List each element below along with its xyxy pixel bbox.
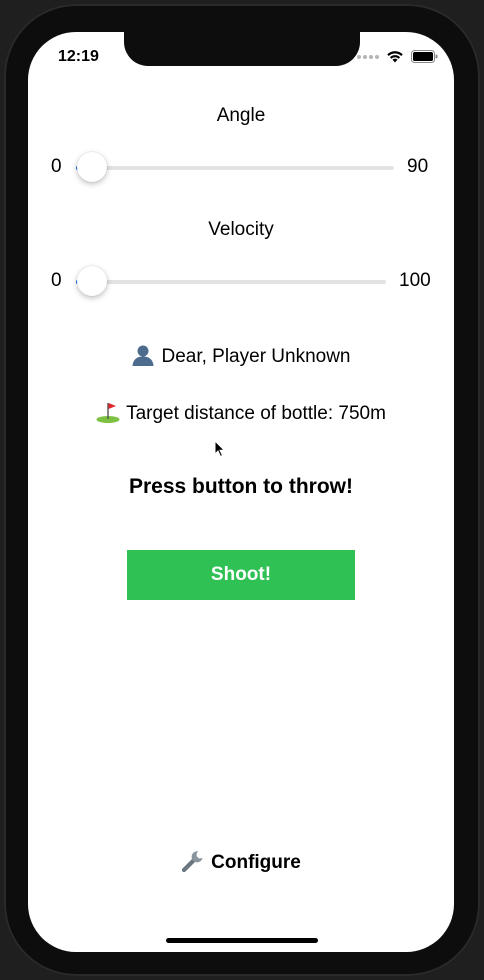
velocity-label: Velocity (208, 219, 274, 240)
target-distance-text: Target distance of bottle: 750m (126, 403, 386, 424)
instruction-heading: Press button to throw! (129, 475, 353, 498)
angle-slider[interactable]: 0 90 (28, 148, 454, 188)
angle-slider-thumb[interactable] (77, 152, 107, 182)
velocity-slider[interactable]: 0 100 (28, 262, 454, 302)
wrench-icon (181, 850, 205, 874)
notch (124, 32, 360, 66)
velocity-max-label: 100 (399, 270, 431, 291)
angle-max-label: 90 (407, 156, 429, 177)
angle-min-label: 0 (51, 156, 62, 177)
shoot-button[interactable]: Shoot! (127, 550, 355, 600)
configure-label: Configure (211, 852, 301, 873)
home-indicator[interactable] (166, 938, 318, 943)
app-screen: 12:19 Angle 0 90 Velocity 0 100 Dear, Pl… (28, 32, 454, 952)
player-greeting-text: Dear, Player Unknown (161, 346, 351, 367)
status-time: 12:19 (58, 48, 99, 65)
cellular-signal-icon (357, 54, 379, 59)
angle-slider-track[interactable] (76, 166, 394, 170)
velocity-min-label: 0 (51, 270, 62, 291)
golf-flag-icon (96, 401, 120, 425)
velocity-slider-thumb[interactable] (77, 266, 107, 296)
mouse-cursor-icon (214, 439, 226, 463)
target-distance: Target distance of bottle: 750m (28, 401, 454, 425)
player-greeting: Dear, Player Unknown (28, 344, 454, 368)
person-silhouette-icon (131, 344, 155, 368)
status-icons (357, 50, 438, 63)
battery-icon (411, 50, 438, 63)
velocity-slider-track[interactable] (76, 280, 386, 284)
wifi-icon (386, 50, 404, 63)
angle-label: Angle (216, 105, 266, 126)
configure-button[interactable]: Configure (28, 850, 454, 874)
device-frame: 12:19 Angle 0 90 Velocity 0 100 Dear, Pl… (0, 0, 484, 980)
